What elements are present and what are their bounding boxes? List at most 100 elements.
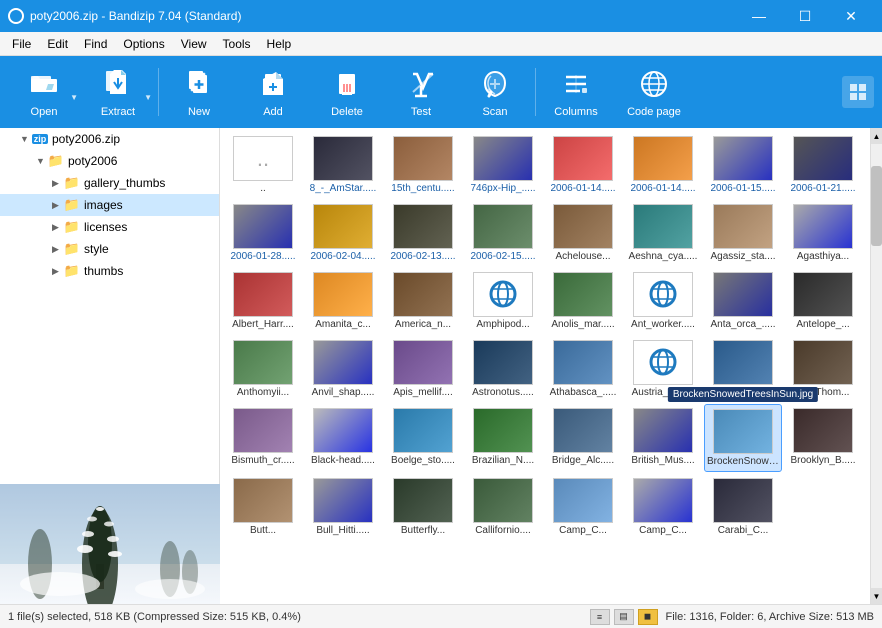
list-view-button[interactable]: ≡ xyxy=(590,609,610,625)
tree-item-licenses[interactable]: ▶ 📁 licenses xyxy=(0,216,219,238)
file-item[interactable]: 15th_centu..... xyxy=(384,132,462,198)
codepage-button[interactable]: Code page xyxy=(614,60,694,124)
delete-button[interactable]: Delete xyxy=(311,60,383,124)
new-button[interactable]: New xyxy=(163,60,235,124)
file-item[interactable]: Anolis_mar..... xyxy=(544,268,622,334)
menu-edit[interactable]: Edit xyxy=(39,35,76,53)
highlight-button[interactable]: ◼ xyxy=(638,609,658,625)
file-item[interactable]: 2006-02-04..... xyxy=(304,200,382,266)
file-item[interactable]: Anta_orca_..... xyxy=(704,268,782,334)
file-item[interactable]: 2006-02-13..... xyxy=(384,200,462,266)
file-item[interactable]: Astronotus..... xyxy=(464,336,542,402)
file-item[interactable]: Black-head..... xyxy=(304,404,382,472)
menu-tools[interactable]: Tools xyxy=(215,35,259,53)
file-label: 2006-02-13..... xyxy=(386,251,460,262)
file-item[interactable]: Amphipod... xyxy=(464,268,542,334)
folder-icon: 📁 xyxy=(64,219,80,235)
tree-arrow: ▶ xyxy=(52,178,64,189)
tree-item-poty2006[interactable]: ▼ 📁 poty2006 xyxy=(0,150,219,172)
file-label: 2006-02-15..... xyxy=(466,251,540,262)
file-item[interactable]: Achelouse... xyxy=(544,200,622,266)
file-label: .. xyxy=(226,183,300,194)
file-item[interactable]: Butt... xyxy=(224,474,302,540)
file-item[interactable]: Berlin_Worl.... xyxy=(704,336,782,402)
file-item[interactable]: Anvil_shap..... xyxy=(304,336,382,402)
file-item[interactable]: Carabi_C... xyxy=(704,474,782,540)
file-item[interactable]: America_n... xyxy=(384,268,462,334)
tree-arrow: ▶ xyxy=(52,266,64,277)
file-item[interactable]: 2006-01-28..... xyxy=(224,200,302,266)
file-item[interactable]: Camp_C... xyxy=(624,474,702,540)
file-item[interactable]: Brooklyn_B..... xyxy=(784,404,862,472)
open-arrow: ▼ xyxy=(70,93,78,102)
file-list[interactable]: ....8_-_AmStar.....15th_centu..... 746px-… xyxy=(220,128,870,604)
file-item[interactable]: Austria_Bu..... xyxy=(624,336,702,402)
file-item[interactable]: Boelge_sto..... xyxy=(384,404,462,472)
file-item[interactable]: Butterfly... xyxy=(384,474,462,540)
grid-toggle-button[interactable] xyxy=(842,76,874,108)
file-item[interactable]: Bridge_Alc..... xyxy=(544,404,622,472)
tree-item-gallery[interactable]: ▶ 📁 gallery_thumbs xyxy=(0,172,219,194)
file-item[interactable]: Apis_mellif.... xyxy=(384,336,462,402)
file-item[interactable]: Athabasca_..... xyxy=(544,336,622,402)
file-item[interactable]: Agasthiya... xyxy=(784,200,862,266)
status-right: File: 1316, Folder: 6, Archive Size: 513… xyxy=(666,611,875,623)
tree-label-poty2006: poty2006 xyxy=(68,154,117,168)
file-label: 746px-Hip_..... xyxy=(466,183,540,194)
menu-file[interactable]: File xyxy=(4,35,39,53)
tree-item-images[interactable]: ▶ 📁 images xyxy=(0,194,219,216)
file-item[interactable]: 2006-02-15..... xyxy=(464,200,542,266)
scan-label: Scan xyxy=(482,106,507,118)
file-item[interactable]: 2006-01-14..... xyxy=(544,132,622,198)
file-item[interactable]: Antelope_... xyxy=(784,268,862,334)
file-item[interactable]: Camp_C... xyxy=(544,474,622,540)
file-item[interactable]: 2006-01-15..... xyxy=(704,132,782,198)
extract-button[interactable]: Extract ▼ xyxy=(82,60,154,124)
menu-view[interactable]: View xyxy=(173,35,215,53)
status-icons: ≡ ▤ ◼ xyxy=(590,609,658,625)
file-item[interactable]: BrockenSnowe...BrockenSnowedTreesInSun.j… xyxy=(704,404,782,472)
tree-item-style[interactable]: ▶ 📁 style xyxy=(0,238,219,260)
close-button[interactable]: ✕ xyxy=(828,0,874,32)
maximize-button[interactable]: ☐ xyxy=(782,0,828,32)
file-item[interactable]: .... xyxy=(224,132,302,198)
file-label: Butt... xyxy=(226,525,300,536)
minimize-button[interactable]: — xyxy=(736,0,782,32)
scan-button[interactable]: Scan xyxy=(459,60,531,124)
file-item[interactable]: Amanita_c... xyxy=(304,268,382,334)
file-label: Anvil_shap..... xyxy=(306,387,380,398)
file-item[interactable]: Aeshna_cya..... xyxy=(624,200,702,266)
file-item[interactable]: 746px-Hip_..... xyxy=(464,132,542,198)
file-item[interactable]: Agassiz_sta.... xyxy=(704,200,782,266)
file-item[interactable]: Ant_worker..... xyxy=(624,268,702,334)
file-item[interactable]: Callifornio.... xyxy=(464,474,542,540)
file-item[interactable]: Bill_Thom... xyxy=(784,336,862,402)
file-label: Bull_Hitti..... xyxy=(306,525,380,536)
open-button[interactable]: Open ▼ xyxy=(8,60,80,124)
file-label: Albert_Harr.... xyxy=(226,319,300,330)
file-item[interactable]: Anthomyii... xyxy=(224,336,302,402)
scrollbar[interactable]: ▲ ▼ xyxy=(870,128,882,604)
delete-icon xyxy=(329,66,365,102)
scan-icon xyxy=(477,66,513,102)
add-button[interactable]: Add xyxy=(237,60,309,124)
menu-options[interactable]: Options xyxy=(115,35,172,53)
file-item[interactable]: Albert_Harr.... xyxy=(224,268,302,334)
file-item[interactable]: Brazilian_N.... xyxy=(464,404,542,472)
file-item[interactable]: British_Mus.... xyxy=(624,404,702,472)
file-item[interactable]: Bismuth_cr..... xyxy=(224,404,302,472)
file-item[interactable]: 2006-01-21..... xyxy=(784,132,862,198)
tree-item-zip[interactable]: ▼ zip poty2006.zip xyxy=(0,128,219,150)
menu-bar: File Edit Find Options View Tools Help xyxy=(0,32,882,56)
tree-item-thumbs[interactable]: ▶ 📁 thumbs xyxy=(0,260,219,282)
file-label: British_Mus.... xyxy=(626,455,700,466)
detail-view-button[interactable]: ▤ xyxy=(614,609,634,625)
file-item[interactable]: 8_-_AmStar..... xyxy=(304,132,382,198)
menu-help[interactable]: Help xyxy=(259,35,300,53)
test-button[interactable]: Test xyxy=(385,60,457,124)
file-item[interactable]: 2006-01-14..... xyxy=(624,132,702,198)
tree-label-images: images xyxy=(84,198,123,212)
columns-button[interactable]: Columns xyxy=(540,60,612,124)
menu-find[interactable]: Find xyxy=(76,35,115,53)
file-item[interactable]: Bull_Hitti..... xyxy=(304,474,382,540)
